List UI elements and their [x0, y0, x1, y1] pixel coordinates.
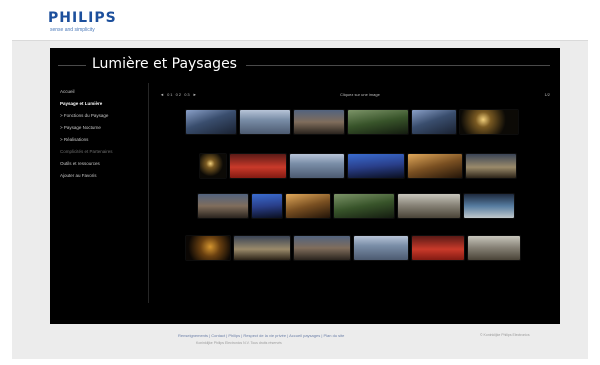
thumbnail[interactable] — [200, 154, 226, 178]
thumbnail[interactable] — [466, 154, 516, 178]
sidebar-item-realisations[interactable]: > Réalisations — [60, 134, 146, 146]
thumbnail[interactable] — [334, 194, 394, 218]
sidebar-nav: Accueil Paysage et Lumière > Fonctions d… — [60, 86, 146, 182]
thumbnail[interactable] — [468, 236, 520, 260]
thumbnail[interactable] — [408, 154, 462, 178]
thumbnail[interactable] — [348, 154, 404, 178]
sidebar-item-favoris[interactable]: Ajouter au Favoris — [60, 170, 146, 182]
thumbnail[interactable] — [252, 194, 282, 218]
thumbnail[interactable] — [198, 194, 248, 218]
philips-logo[interactable]: PHILIPS — [48, 10, 117, 26]
thumbnail[interactable] — [286, 194, 330, 218]
thumbnail[interactable] — [354, 236, 408, 260]
footer-links[interactable]: Renseignements | Contact | Philips | Res… — [178, 333, 344, 338]
footer-copyright: © Koninklijke Philips Electronics — [480, 333, 530, 337]
thumbnail[interactable] — [398, 194, 460, 218]
title-rule-right — [246, 65, 550, 66]
thumbnail[interactable] — [290, 154, 344, 178]
thumbnail[interactable] — [186, 236, 230, 260]
sidebar-item-outils[interactable]: Outils et ressources — [60, 158, 146, 170]
sidebar-item-partenaires[interactable]: Complicités et Partenaires — [60, 146, 146, 158]
sidebar-item-fonctions[interactable]: > Fonctions du Paysage — [60, 110, 146, 122]
sidebar-divider — [148, 83, 149, 303]
thumbnail[interactable] — [464, 194, 514, 218]
main-stage: Lumière et Paysages Accueil Paysage et L… — [50, 48, 560, 324]
gallery-pager[interactable]: ◄ 01 02 03 ► — [160, 92, 198, 97]
title-rule-left — [58, 65, 86, 66]
thumbnail[interactable] — [230, 154, 286, 178]
thumbnail[interactable] — [412, 236, 464, 260]
thumbnail[interactable] — [348, 110, 408, 134]
gallery-toolbar: ◄ 01 02 03 ► Cliquez sur une image 1/2 — [160, 92, 550, 100]
brand-tagline: sense and simplicity — [50, 27, 95, 33]
thumbnail[interactable] — [460, 110, 518, 134]
thumbnail[interactable] — [234, 236, 290, 260]
thumbnail[interactable] — [240, 110, 290, 134]
thumbnail[interactable] — [412, 110, 456, 134]
thumbnail[interactable] — [186, 110, 236, 134]
footer-legal: Koninklijke Philips Electronics N.V. Tou… — [196, 341, 282, 345]
thumbnail[interactable] — [294, 110, 344, 134]
sidebar-item-nocturne[interactable]: > Paysage Nocturne — [60, 122, 146, 134]
gallery-page-indicator[interactable]: 1/2 — [544, 92, 550, 97]
sidebar-item-accueil[interactable]: Accueil — [60, 86, 146, 98]
gallery-hint: Cliquez sur une image — [340, 92, 380, 97]
thumbnail[interactable] — [294, 236, 350, 260]
sidebar-item-paysage-lumiere[interactable]: Paysage et Lumière — [60, 98, 146, 110]
page-title: Lumière et Paysages — [92, 56, 237, 72]
